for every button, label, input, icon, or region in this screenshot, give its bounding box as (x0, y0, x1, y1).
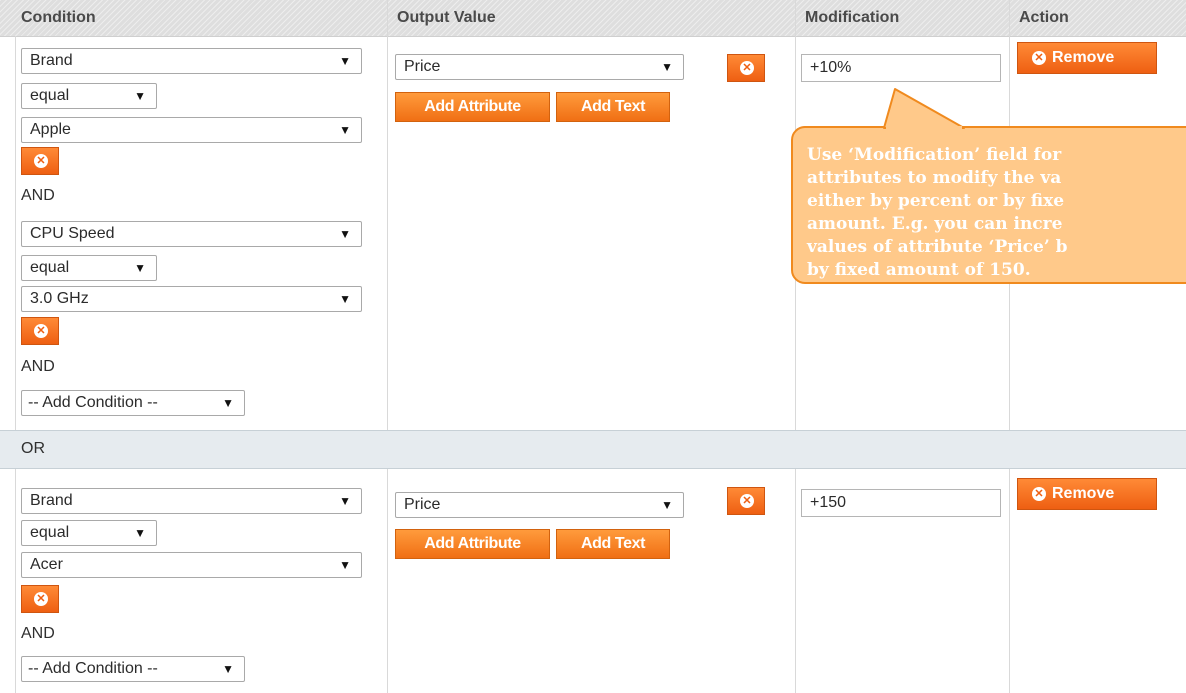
select-value: equal (30, 259, 70, 276)
and-label: AND (21, 358, 55, 375)
circle-x-icon: ✕ (1032, 487, 1046, 501)
triangle-down-icon: ▼ (339, 227, 351, 241)
triangle-down-icon: ▼ (661, 60, 673, 74)
select-value: Brand (30, 52, 73, 69)
column-divider (1009, 468, 1010, 693)
condition-value-select[interactable]: 3.0 GHz ▼ (21, 286, 362, 312)
input-value: +150 (810, 494, 847, 511)
remove-condition-button[interactable]: ✕ (21, 317, 59, 345)
tooltip-line: values of attribute ‘Price’ b (807, 237, 1068, 257)
triangle-down-icon: ▼ (339, 54, 351, 68)
triangle-down-icon: ▼ (222, 662, 234, 676)
and-label: AND (21, 187, 55, 204)
column-divider (387, 0, 388, 430)
modification-input[interactable]: +10% (801, 54, 1001, 82)
header-modification: Modification (805, 9, 900, 26)
tooltip-line: Use ‘Modification’ field for (807, 145, 1062, 165)
select-value: -- Add Condition -- (28, 660, 158, 677)
select-value: equal (30, 524, 70, 541)
remove-condition-button[interactable]: ✕ (21, 585, 59, 613)
remove-output-button[interactable]: ✕ (727, 54, 765, 82)
add-text-button[interactable]: Add Text (556, 529, 670, 559)
select-value: CPU Speed (30, 225, 115, 242)
circle-x-icon: ✕ (34, 592, 48, 606)
triangle-down-icon: ▼ (661, 498, 673, 512)
output-value-select[interactable]: Price ▼ (395, 54, 684, 80)
and-label: AND (21, 625, 55, 642)
remove-condition-button[interactable]: ✕ (21, 147, 59, 175)
circle-x-icon: ✕ (740, 494, 754, 508)
circle-x-icon: ✕ (1032, 51, 1046, 65)
or-label: OR (21, 440, 45, 457)
triangle-down-icon: ▼ (134, 261, 146, 275)
header-condition: Condition (21, 9, 96, 26)
triangle-down-icon: ▼ (339, 292, 351, 306)
tooltip-line: attributes to modify the va (807, 168, 1062, 188)
triangle-down-icon: ▼ (339, 558, 351, 572)
or-separator: OR (0, 430, 1186, 469)
circle-x-icon: ✕ (34, 324, 48, 338)
select-value: equal (30, 87, 70, 104)
select-value: Apple (30, 121, 71, 138)
column-divider (387, 468, 388, 693)
condition-attribute-select[interactable]: Brand ▼ (21, 488, 362, 514)
condition-value-select[interactable]: Apple ▼ (21, 117, 362, 143)
tooltip-callout: Use ‘Modification’ field for attributes … (791, 126, 1186, 284)
condition-value-select[interactable]: Acer ▼ (21, 552, 362, 578)
select-value: 3.0 GHz (30, 290, 89, 307)
remove-label: Remove (1052, 485, 1115, 502)
condition-operator-select[interactable]: equal ▼ (21, 83, 157, 109)
condition-operator-select[interactable]: equal ▼ (21, 255, 157, 281)
remove-rule-button[interactable]: ✕ Remove (1017, 478, 1157, 510)
remove-rule-button[interactable]: ✕ Remove (1017, 42, 1157, 74)
triangle-down-icon: ▼ (134, 526, 146, 540)
column-divider (15, 468, 16, 693)
add-attribute-button[interactable]: Add Attribute (395, 529, 550, 559)
header-action: Action (1019, 9, 1069, 26)
add-text-button[interactable]: Add Text (556, 92, 670, 122)
tooltip-text: Use ‘Modification’ field for attributes … (807, 144, 1186, 282)
triangle-down-icon: ▼ (339, 123, 351, 137)
condition-attribute-select[interactable]: Brand ▼ (21, 48, 362, 74)
select-value: Price (404, 496, 441, 513)
triangle-down-icon: ▼ (339, 494, 351, 508)
add-condition-select[interactable]: -- Add Condition -- ▼ (21, 656, 245, 682)
modification-input[interactable]: +150 (801, 489, 1001, 517)
triangle-down-icon: ▼ (222, 396, 234, 410)
select-value: -- Add Condition -- (28, 394, 158, 411)
output-value-select[interactable]: Price ▼ (395, 492, 684, 518)
header-output-value: Output Value (397, 9, 496, 26)
tooltip-line: amount. E.g. you can incre (807, 214, 1063, 234)
circle-x-icon: ✕ (34, 154, 48, 168)
circle-x-icon: ✕ (740, 61, 754, 75)
select-value: Acer (30, 556, 63, 573)
column-divider (795, 468, 796, 693)
add-condition-select[interactable]: -- Add Condition -- ▼ (21, 390, 245, 416)
remove-label: Remove (1052, 49, 1115, 66)
tooltip-line: by fixed amount of 150. (807, 260, 1031, 280)
add-attribute-button[interactable]: Add Attribute (395, 92, 550, 122)
tooltip-line: either by percent or by fixe (807, 191, 1065, 211)
input-value: +10% (810, 59, 852, 76)
select-value: Price (404, 58, 441, 75)
remove-output-button[interactable]: ✕ (727, 487, 765, 515)
condition-attribute-select[interactable]: CPU Speed ▼ (21, 221, 362, 247)
triangle-down-icon: ▼ (134, 89, 146, 103)
column-divider (15, 36, 16, 430)
select-value: Brand (30, 492, 73, 509)
condition-operator-select[interactable]: equal ▼ (21, 520, 157, 546)
